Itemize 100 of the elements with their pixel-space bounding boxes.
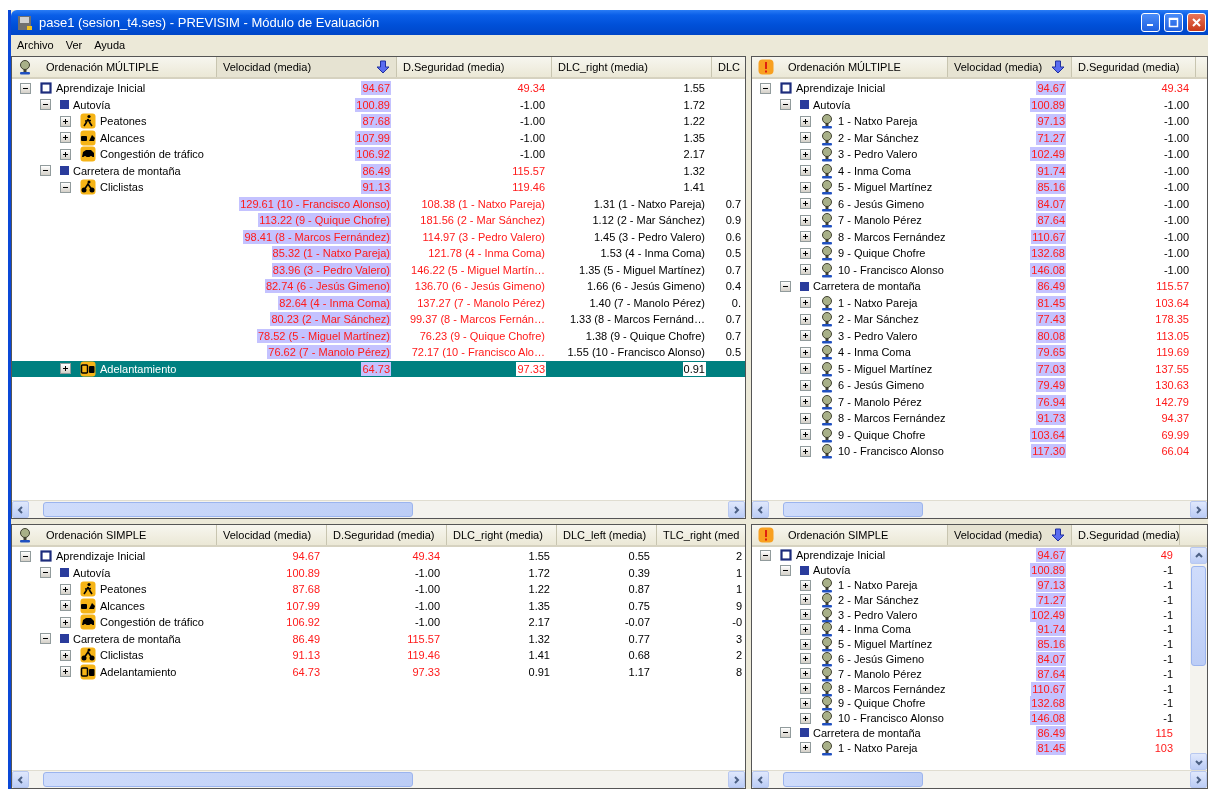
tree-row[interactable]: Aprendizaje Inicial 94.67 49 — [752, 548, 1190, 563]
expand-button[interactable] — [800, 165, 811, 177]
menu-item[interactable]: Ayuda — [94, 38, 126, 51]
expand-button[interactable] — [800, 330, 811, 342]
column-header[interactable]: Velocidad (media) — [948, 57, 1072, 77]
tree-row[interactable]: Peatones 87.68 -1.00 1.22 — [12, 113, 745, 130]
tree-row[interactable]: 78.52 (5 - Miguel Martínez) 76.23 (9 - Quique Chofre) 1.38 (9 - Quique Chofre) 0.7 — [12, 327, 745, 344]
tree-row[interactable]: 85.32 (1 - Natxo Pareja) 121.78 (4 - Inma Coma) 1.53 (4 - Inma Coma) 0.5 — [12, 245, 745, 262]
expand-button[interactable] — [800, 198, 811, 210]
horizontal-scrollbar[interactable] — [12, 500, 745, 518]
column-header[interactable]: Velocidad (media) — [948, 525, 1072, 545]
horizontal-scrollbar[interactable] — [12, 770, 745, 788]
expand-button[interactable] — [60, 583, 71, 595]
tree-row[interactable]: Alcances 107.99 -1.00 1.35 — [12, 129, 745, 146]
tree-row[interactable]: 1 - Natxo Pareja 97.13 -1.00 — [752, 113, 1207, 130]
tree-row[interactable]: 1 - Natxo Pareja 81.45 103 — [752, 740, 1190, 756]
tree-row[interactable]: 9 - Quique Chofre 132.68 -1.00 — [752, 245, 1207, 262]
tree-row[interactable]: Congestión de tráfico 106.92 -1.00 2.17 — [12, 146, 745, 163]
column-header[interactable]: Ordenación SIMPLE — [752, 525, 948, 545]
tree-row[interactable]: 8 - Marcos Fernández 110.67 -1 — [752, 681, 1190, 696]
tree-row[interactable]: 6 - Jesús Gimeno 84.07 -1.00 — [752, 195, 1207, 212]
menu-item[interactable]: Ver — [65, 38, 83, 51]
tree-row[interactable]: 80.23 (2 - Mar Sánchez) 99.37 (8 - Marcos Fernán… 1.33 (8 - Marcos Fernánd… 0.7 — [12, 311, 745, 328]
tree-row[interactable]: 113.22 (9 - Quique Chofre) 181.56 (2 - Mar Sánchez) 1.12 (2 - Mar Sánchez) 0.9 — [12, 212, 745, 229]
tree-row[interactable]: 9 - Quique Chofre 103.64 69.99 — [752, 426, 1207, 443]
expand-button[interactable] — [800, 115, 811, 127]
collapse-button[interactable] — [780, 280, 791, 292]
column-header[interactable]: Ordenación MÚLTIPLE — [752, 57, 948, 77]
column-header[interactable]: DLC_left (media) — [557, 525, 657, 545]
expand-button[interactable] — [800, 363, 811, 375]
expand-button[interactable] — [800, 445, 811, 457]
tree-row[interactable]: Aprendizaje Inicial 94.67 49.34 1.55 0.55 2 — [12, 548, 745, 565]
expand-button[interactable] — [800, 742, 811, 754]
scroll-down-button[interactable] — [1190, 753, 1207, 770]
expand-button[interactable] — [60, 649, 71, 661]
tree-row[interactable]: 8 - Marcos Fernández 110.67 -1.00 — [752, 228, 1207, 245]
collapse-button[interactable] — [780, 727, 791, 739]
expand-button[interactable] — [60, 115, 71, 127]
collapse-button[interactable] — [780, 564, 791, 576]
expand-button[interactable] — [800, 396, 811, 408]
tree-row[interactable]: 10 - Francisco Alonso 146.08 -1.00 — [752, 261, 1207, 278]
tree-row[interactable]: Autovía 100.89 -1.00 1.72 0.39 1 — [12, 564, 745, 581]
close-button[interactable] — [1187, 13, 1206, 32]
expand-button[interactable] — [800, 429, 811, 441]
tree-row[interactable]: 83.96 (3 - Pedro Valero) 146.22 (5 - Miguel Martín… 1.35 (5 - Miguel Martínez) 0.7 — [12, 261, 745, 278]
expand-button[interactable] — [800, 313, 811, 325]
expand-button[interactable] — [800, 712, 811, 724]
scroll-up-button[interactable] — [1190, 547, 1207, 564]
tree-row[interactable]: 1 - Natxo Pareja 81.45 103.64 — [752, 294, 1207, 311]
column-header[interactable]: Velocidad (media) — [217, 525, 327, 545]
collapse-button[interactable] — [40, 567, 51, 579]
scroll-left-button[interactable] — [752, 771, 769, 788]
tree-row[interactable]: Carretera de montaña 86.49 115.57 1.32 0.77 3 — [12, 630, 745, 647]
tree-row[interactable]: 1 - Natxo Pareja 97.13 -1 — [752, 577, 1190, 593]
scrollbar-thumb[interactable] — [43, 502, 413, 517]
expand-button[interactable] — [800, 264, 811, 276]
expand-button[interactable] — [800, 697, 811, 709]
collapse-button[interactable] — [20, 82, 31, 94]
tree-row[interactable]: Adelantamiento 64.73 97.33 0.91 1.17 8 — [12, 663, 745, 680]
column-header[interactable]: DLC — [712, 57, 745, 77]
column-header[interactable]: D.Seguridad (media) — [1072, 525, 1180, 545]
column-header[interactable]: D.Seguridad (media) — [1072, 57, 1196, 77]
collapse-button[interactable] — [60, 181, 71, 193]
column-header[interactable]: TLC_right (med — [657, 525, 745, 545]
tree-row[interactable]: Carretera de montaña 86.49 115 — [752, 725, 1190, 741]
collapse-button[interactable] — [40, 633, 51, 645]
scroll-right-button[interactable] — [1190, 771, 1207, 788]
tree-row[interactable]: 3 - Pedro Valero 102.49 -1 — [752, 607, 1190, 622]
collapse-button[interactable] — [40, 99, 51, 111]
tree-row[interactable]: 5 - Miguel Martínez 85.16 -1.00 — [752, 179, 1207, 196]
scroll-left-button[interactable] — [12, 501, 29, 518]
tree-row[interactable]: Cliclistas 91.13 119.46 1.41 — [12, 179, 745, 196]
expand-button[interactable] — [800, 231, 811, 243]
expand-button[interactable] — [800, 412, 811, 424]
tree-row[interactable]: 2 - Mar Sánchez 71.27 -1 — [752, 592, 1190, 608]
tree-row[interactable]: 10 - Francisco Alonso 146.08 -1 — [752, 710, 1190, 726]
tree-row[interactable]: 2 - Mar Sánchez 71.27 -1.00 — [752, 129, 1207, 146]
tree-row[interactable]: 3 - Pedro Valero 102.49 -1.00 — [752, 146, 1207, 163]
tree-row[interactable]: 98.41 (8 - Marcos Fernández) 114.97 (3 - Pedro Valero) 1.45 (3 - Pedro Valero) 0.6 — [12, 228, 745, 245]
scroll-right-button[interactable] — [728, 501, 745, 518]
tree-row[interactable]: Aprendizaje Inicial 94.67 49.34 — [752, 80, 1207, 97]
tree-row[interactable]: Adelantamiento 64.73 97.33 0.91 — [12, 360, 745, 377]
expand-button[interactable] — [800, 623, 811, 635]
expand-button[interactable] — [60, 600, 71, 612]
expand-button[interactable] — [800, 132, 811, 144]
expand-button[interactable] — [60, 132, 71, 144]
scroll-right-button[interactable] — [1190, 501, 1207, 518]
tree-row[interactable]: 10 - Francisco Alonso 117.30 66.04 — [752, 443, 1207, 460]
collapse-button[interactable] — [20, 550, 31, 562]
horizontal-scrollbar[interactable] — [752, 500, 1207, 518]
expand-button[interactable] — [800, 247, 811, 259]
expand-button[interactable] — [800, 148, 811, 160]
minimize-button[interactable] — [1141, 13, 1160, 32]
expand-button[interactable] — [800, 579, 811, 591]
expand-button[interactable] — [800, 594, 811, 606]
horizontal-scrollbar[interactable] — [752, 770, 1207, 788]
tree-row[interactable]: Autovía 100.89 -1.00 — [752, 96, 1207, 113]
tree-row[interactable]: Cliclistas 91.13 119.46 1.41 0.68 2 — [12, 647, 745, 664]
tree-row[interactable]: Carretera de montaña 86.49 115.57 — [752, 278, 1207, 295]
column-header[interactable]: DLC_right (media) — [447, 525, 557, 545]
